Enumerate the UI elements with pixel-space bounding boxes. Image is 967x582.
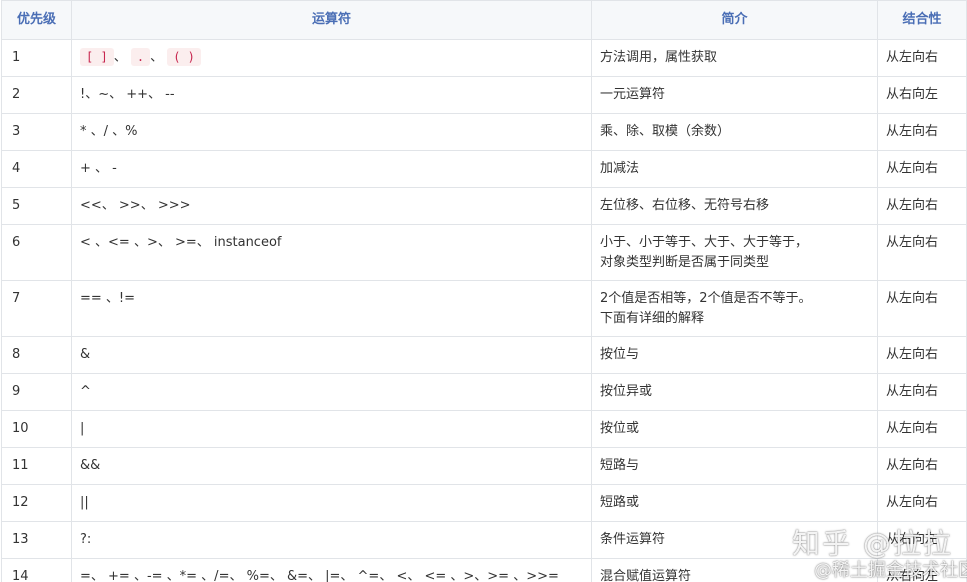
header-associativity: 结合性 bbox=[877, 0, 967, 40]
cell-description: 混合赋值运算符 bbox=[591, 558, 878, 582]
description-line: 按位与 bbox=[600, 347, 640, 362]
cell-priority: 1 bbox=[1, 39, 72, 77]
description-line: 2个值是否相等，2个值是否不等于。 bbox=[600, 291, 812, 306]
cell-associativity: 从右向左 bbox=[877, 521, 967, 559]
cell-operator: && bbox=[71, 447, 592, 485]
cell-priority: 13 bbox=[1, 521, 72, 559]
cell-priority: 5 bbox=[1, 187, 72, 225]
cell-priority: 12 bbox=[1, 484, 72, 522]
cell-operator: < 、<= 、>、 >=、 instanceof bbox=[71, 224, 592, 281]
description-line: 方法调用，属性获取 bbox=[600, 50, 718, 65]
cell-operator: !、~、 ++、 -- bbox=[71, 76, 592, 114]
cell-description: 短路或 bbox=[591, 484, 878, 522]
description-line: 按位异或 bbox=[600, 384, 653, 399]
operator-precedence-table: 优先级 运算符 简介 结合性 1[ ]、 .、 ( ) 方法调用，属性获取 从左向右… bbox=[1, 0, 967, 582]
cell-operator: ?: bbox=[71, 521, 592, 559]
cell-operator: [ ]、 .、 ( ) bbox=[71, 39, 592, 77]
cell-associativity: 从左向右 bbox=[877, 373, 967, 411]
description-line: 加减法 bbox=[600, 161, 640, 176]
operator-code: . bbox=[130, 48, 151, 66]
cell-description: 小于、小于等于、大于、大于等于， 对象类型判断是否属于同类型 bbox=[591, 224, 878, 281]
cell-description: 方法调用，属性获取 bbox=[591, 39, 878, 77]
description-line: 短路与 bbox=[600, 458, 640, 473]
header-operator: 运算符 bbox=[71, 0, 592, 40]
description-line: 乘、除、取模（余数） bbox=[600, 124, 731, 139]
cell-operator: + 、 - bbox=[71, 150, 592, 188]
cell-priority: 4 bbox=[1, 150, 72, 188]
cell-associativity: 从左向右 bbox=[877, 280, 967, 337]
header-priority: 优先级 bbox=[1, 0, 72, 40]
cell-operator: =、 += 、-= 、*= 、/=、 %=、 &=、 |=、 ^=、 <、 <=… bbox=[71, 558, 592, 582]
cell-description: 按位异或 bbox=[591, 373, 878, 411]
cell-description: 按位或 bbox=[591, 410, 878, 448]
cell-operator: | bbox=[71, 410, 592, 448]
description-line: 左位移、右位移、无符号右移 bbox=[600, 198, 770, 213]
table-row: 12 || 短路或 从左向右 bbox=[1, 484, 967, 522]
operator-code: [ ] bbox=[80, 48, 114, 66]
description-line: 小于、小于等于、大于、大于等于， bbox=[600, 235, 809, 250]
cell-operator: == 、!= bbox=[71, 280, 592, 337]
cell-priority: 14 bbox=[1, 558, 72, 582]
description-line: 混合赋值运算符 bbox=[600, 569, 692, 582]
description-line: 下面有详细的解释 bbox=[600, 311, 705, 326]
cell-associativity: 从左向右 bbox=[877, 39, 967, 77]
cell-associativity: 从左向右 bbox=[877, 150, 967, 188]
table-header: 优先级 运算符 简介 结合性 bbox=[1, 0, 967, 40]
header-description: 简介 bbox=[591, 0, 878, 40]
table-row: 13?: 条件运算符 从右向左 bbox=[1, 521, 967, 559]
cell-associativity: 从左向右 bbox=[877, 336, 967, 374]
operator-code: ( ) bbox=[167, 48, 201, 66]
table-row: 5 <<、 >>、 >>> 左位移、右位移、无符号右移 从左向右 bbox=[1, 187, 967, 225]
table-row: 3 * 、/ 、% 乘、除、取模（余数） 从左向右 bbox=[1, 113, 967, 151]
table-row: 2 !、~、 ++、 -- 一元运算符 从右向左 bbox=[1, 76, 967, 114]
cell-priority: 8 bbox=[1, 336, 72, 374]
table-row: 14 =、 += 、-= 、*= 、/=、 %=、 &=、 |=、 ^=、 <、 … bbox=[1, 558, 967, 582]
cell-associativity: 从左向右 bbox=[877, 187, 967, 225]
cell-description: 乘、除、取模（余数） bbox=[591, 113, 878, 151]
cell-description: 一元运算符 bbox=[591, 76, 878, 114]
cell-priority: 10 bbox=[1, 410, 72, 448]
description-line: 短路或 bbox=[600, 495, 640, 510]
cell-description: 短路与 bbox=[591, 447, 878, 485]
description-line: 按位或 bbox=[600, 421, 640, 436]
cell-description: 条件运算符 bbox=[591, 521, 878, 559]
table-row: 8 & 按位与 从左向右 bbox=[1, 336, 967, 374]
cell-priority: 6 bbox=[1, 224, 72, 281]
description-line: 一元运算符 bbox=[600, 87, 666, 102]
description-line: 条件运算符 bbox=[600, 532, 666, 547]
table-row: 7 == 、!= 2个值是否相等，2个值是否不等于。 下面有详细的解释 从左向右 bbox=[1, 280, 967, 337]
cell-description: 2个值是否相等，2个值是否不等于。 下面有详细的解释 bbox=[591, 280, 878, 337]
cell-operator: || bbox=[71, 484, 592, 522]
cell-associativity: 从右向左 bbox=[877, 76, 967, 114]
cell-associativity: 从左向右 bbox=[877, 410, 967, 448]
table-row: 4 + 、 - 加减法 从左向右 bbox=[1, 150, 967, 188]
table-row: 1[ ]、 .、 ( ) 方法调用，属性获取 从左向右 bbox=[1, 39, 967, 77]
cell-priority: 2 bbox=[1, 76, 72, 114]
cell-operator: & bbox=[71, 336, 592, 374]
cell-priority: 9 bbox=[1, 373, 72, 411]
table-row: 6 < 、<= 、>、 >=、 instanceof 小于、小于等于、大于、大于等于… bbox=[1, 224, 967, 281]
cell-description: 按位与 bbox=[591, 336, 878, 374]
cell-description: 左位移、右位移、无符号右移 bbox=[591, 187, 878, 225]
cell-description: 加减法 bbox=[591, 150, 878, 188]
cell-associativity: 从左向右 bbox=[877, 484, 967, 522]
cell-priority: 3 bbox=[1, 113, 72, 151]
cell-associativity: 从左向右 bbox=[877, 113, 967, 151]
description-line: 对象类型判断是否属于同类型 bbox=[600, 255, 770, 270]
table-row: 11 && 短路与 从左向右 bbox=[1, 447, 967, 485]
cell-priority: 7 bbox=[1, 280, 72, 337]
cell-associativity: 从左向右 bbox=[877, 447, 967, 485]
cell-associativity: 从右向左 bbox=[877, 558, 967, 582]
cell-operator: ^ bbox=[71, 373, 592, 411]
cell-priority: 11 bbox=[1, 447, 72, 485]
cell-operator: <<、 >>、 >>> bbox=[71, 187, 592, 225]
table-row: 10 | 按位或 从左向右 bbox=[1, 410, 967, 448]
cell-associativity: 从左向右 bbox=[877, 224, 967, 281]
table-body: 1[ ]、 .、 ( ) 方法调用，属性获取 从左向右 2 !、~、 ++、 -- 一元运… bbox=[1, 39, 967, 582]
cell-operator: * 、/ 、% bbox=[71, 113, 592, 151]
table-row: 9 ^ 按位异或 从左向右 bbox=[1, 373, 967, 411]
